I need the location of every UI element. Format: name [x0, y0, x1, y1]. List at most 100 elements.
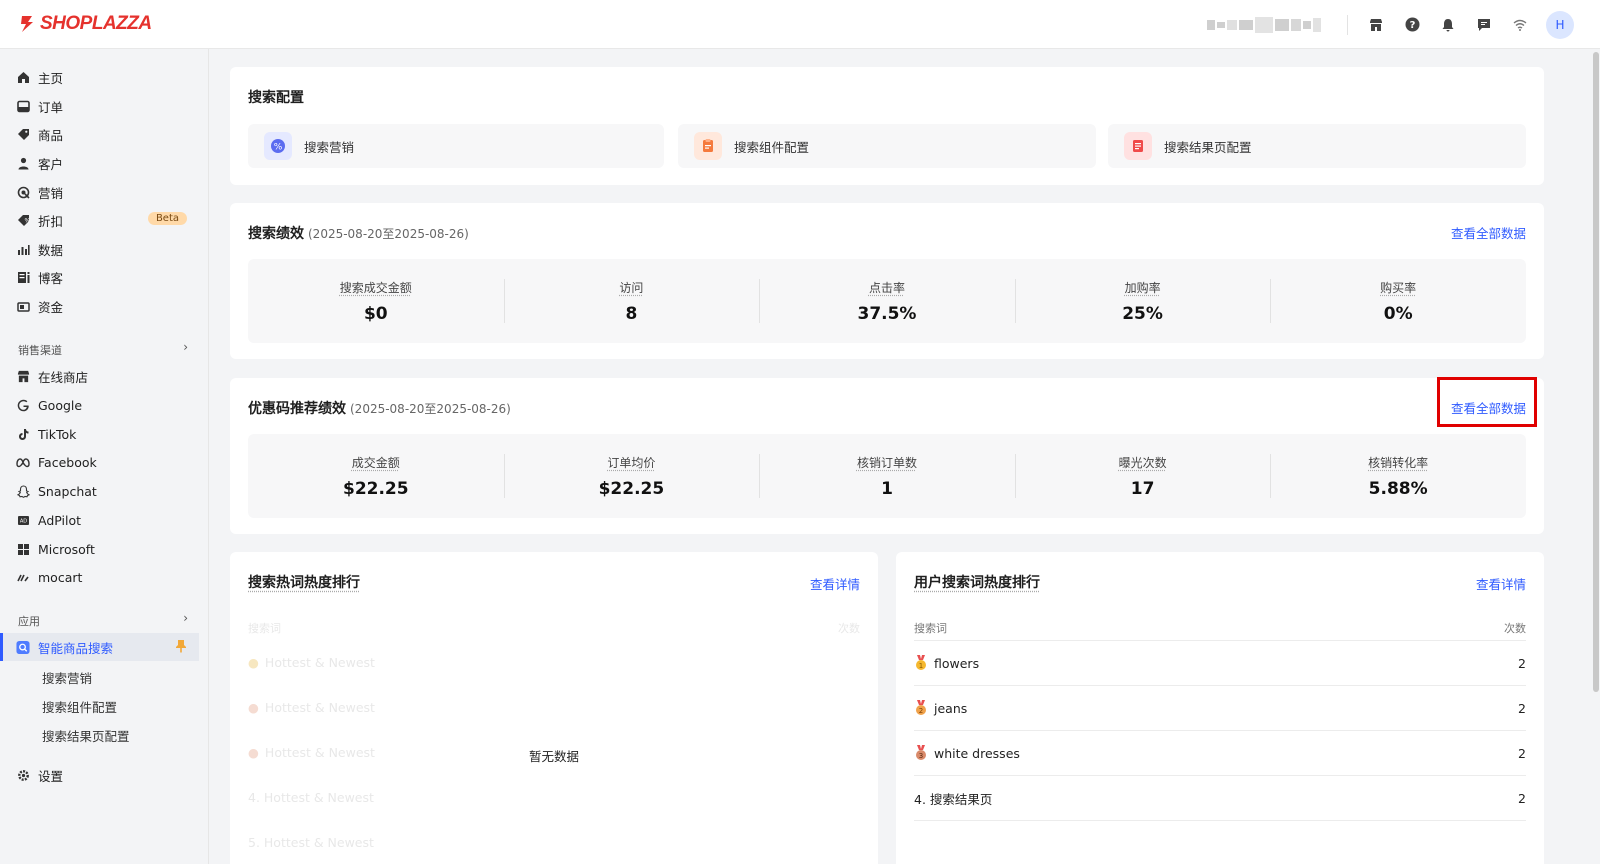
sidebar-item-tiktok[interactable]: TikTok — [0, 420, 209, 448]
table-row: 2 jeans 2 — [914, 685, 1526, 730]
sidebar: 主页 订单 商品 客户 营销 % 折扣 Beta 数据 博客 资金 销售渠道 ›… — [0, 49, 209, 864]
meta-icon — [16, 455, 30, 469]
discount-badge-icon: % — [264, 132, 292, 160]
stat-redemption-rate: 核销转化率 5.88% — [1270, 434, 1526, 518]
wifi-icon[interactable] — [1502, 7, 1538, 43]
sidebar-item-customers[interactable]: 客户 — [0, 149, 209, 177]
order-icon — [16, 99, 30, 113]
discount-icon: % — [16, 213, 30, 227]
microsoft-icon — [16, 542, 30, 556]
sidebar-item-home[interactable]: 主页 — [0, 63, 209, 91]
help-icon[interactable]: ? — [1394, 7, 1430, 43]
stat-avg-order-value: 订单均价 $22.25 — [504, 434, 760, 518]
sidebar-item-microsoft[interactable]: Microsoft — [0, 535, 209, 563]
sidebar-sub-item[interactable]: 搜索结果页配置 — [42, 726, 130, 745]
sidebar-item-smart-search[interactable]: 智能商品搜索 — [0, 633, 199, 661]
medal-icon: ● — [248, 655, 259, 670]
marketing-icon — [16, 185, 30, 199]
table-row: 5. Hottest & Newest — [248, 820, 860, 864]
medal-icon: ● — [248, 700, 259, 715]
search-app-icon — [16, 640, 30, 654]
view-details-link[interactable]: 查看详情 — [1476, 574, 1526, 593]
sidebar-item-orders[interactable]: 订单 — [0, 92, 209, 120]
sidebar-item-mocart[interactable]: mocart — [0, 563, 209, 591]
svg-text:3: 3 — [919, 752, 923, 760]
coupon-performance-card: 优惠码推荐绩效 (2025-08-20至2025-08-26) 查看全部数据 成交… — [230, 378, 1544, 534]
sidebar-item-products[interactable]: 商品 — [0, 120, 209, 148]
stat-impressions: 曝光次数 17 — [1015, 434, 1271, 518]
mocart-icon — [16, 570, 30, 584]
sidebar-item-adpilot[interactable]: AD AdPilot — [0, 506, 209, 534]
top-bar: SHOPLAZZA ? H — [0, 0, 1600, 49]
card-title: 搜索热词热度排行 — [248, 572, 360, 592]
document-icon — [1124, 132, 1152, 160]
card-title: 搜索绩效 (2025-08-20至2025-08-26) — [248, 223, 469, 243]
gear-icon — [16, 768, 30, 782]
scrollbar-thumb[interactable] — [1593, 52, 1599, 692]
view-all-data-link[interactable]: 查看全部数据 — [1451, 223, 1526, 242]
stat-redeemed-orders: 核销订单数 1 — [759, 434, 1015, 518]
sidebar-item-google[interactable]: Google — [0, 391, 209, 419]
blog-icon — [16, 270, 30, 284]
config-search-widget[interactable]: 搜索组件配置 — [678, 124, 1096, 168]
sidebar-sub-item[interactable]: 搜索组件配置 — [42, 697, 117, 716]
chevron-right-icon[interactable]: › — [183, 611, 188, 625]
svg-text:?: ? — [1409, 20, 1415, 31]
sidebar-item-finance[interactable]: 资金 — [0, 292, 209, 320]
clipboard-icon — [694, 132, 722, 160]
svg-text:2: 2 — [919, 707, 923, 715]
snapchat-icon — [16, 484, 30, 498]
shoplazza-logo-icon — [18, 14, 36, 34]
store-name-blurred — [1207, 17, 1321, 33]
sidebar-item-analytics[interactable]: 数据 — [0, 235, 209, 263]
table-row: ● Hottest & Newest — [248, 685, 860, 730]
home-icon — [16, 70, 30, 84]
stat-gmv: 成交金额 $22.25 — [248, 434, 504, 518]
column-header-word: 搜索词 — [248, 620, 281, 636]
sidebar-item-settings[interactable]: 设置 — [0, 761, 209, 789]
table-row: ● Hottest & Newest — [248, 640, 860, 685]
column-header-word: 搜索词 — [914, 620, 947, 636]
brand-logo[interactable]: SHOPLAZZA — [18, 13, 152, 35]
sidebar-item-discounts[interactable]: % 折扣 Beta — [0, 206, 209, 234]
stat-visits: 访问 8 — [504, 259, 760, 343]
stat-add-to-cart-rate: 加购率 25% — [1015, 259, 1271, 343]
card-title: 搜索配置 — [248, 87, 304, 107]
pin-icon[interactable] — [175, 639, 187, 656]
search-config-card: 搜索配置 % 搜索营销 搜索组件配置 搜索结果页配置 — [230, 67, 1544, 185]
chevron-right-icon[interactable]: › — [183, 340, 188, 354]
sidebar-item-snapchat[interactable]: Snapchat — [0, 477, 209, 505]
sidebar-item-marketing[interactable]: 营销 — [0, 178, 209, 206]
sales-channel-header: 销售渠道 — [18, 342, 62, 358]
bronze-medal-icon: 3 — [914, 745, 928, 761]
stat-ctr: 点击率 37.5% — [759, 259, 1015, 343]
stats-panel: 成交金额 $22.25 订单均价 $22.25 核销订单数 1 曝光次数 17 核销转化… — [248, 434, 1526, 518]
table-row: 4. 搜索结果页 2 — [914, 775, 1526, 820]
svg-text:%: % — [24, 217, 30, 224]
apps-header: 应用 — [18, 613, 40, 629]
table-row: 3 white dresses 2 — [914, 730, 1526, 775]
table-row: 4. Hottest & Newest — [248, 775, 860, 820]
sidebar-item-online-store[interactable]: 在线商店 — [0, 362, 209, 390]
sidebar-item-facebook[interactable]: Facebook — [0, 448, 209, 476]
column-header-count: 次数 — [838, 620, 860, 636]
avatar[interactable]: H — [1546, 11, 1574, 39]
view-details-link[interactable]: 查看详情 — [810, 574, 860, 593]
chart-icon — [16, 242, 30, 256]
table-row: 1 flowers 2 — [914, 640, 1526, 685]
card-title: 优惠码推荐绩效 (2025-08-20至2025-08-26) — [248, 398, 511, 418]
sidebar-sub-item[interactable]: 搜索营销 — [42, 668, 92, 687]
silver-medal-icon: 2 — [914, 700, 928, 716]
search-performance-card: 搜索绩效 (2025-08-20至2025-08-26) 查看全部数据 搜索成交金… — [230, 203, 1544, 359]
beta-badge: Beta — [148, 212, 187, 225]
highlight-box — [1437, 377, 1537, 427]
config-search-marketing[interactable]: % 搜索营销 — [248, 124, 664, 168]
empty-state: 暂无数据 — [230, 746, 878, 765]
store-icon[interactable] — [1358, 7, 1394, 43]
brand-name: SHOPLAZZA — [40, 13, 152, 35]
message-icon[interactable] — [1466, 7, 1502, 43]
config-search-results-page[interactable]: 搜索结果页配置 — [1108, 124, 1526, 168]
active-indicator — [0, 633, 3, 661]
bell-icon[interactable] — [1430, 7, 1466, 43]
sidebar-item-blog[interactable]: 博客 — [0, 263, 209, 291]
